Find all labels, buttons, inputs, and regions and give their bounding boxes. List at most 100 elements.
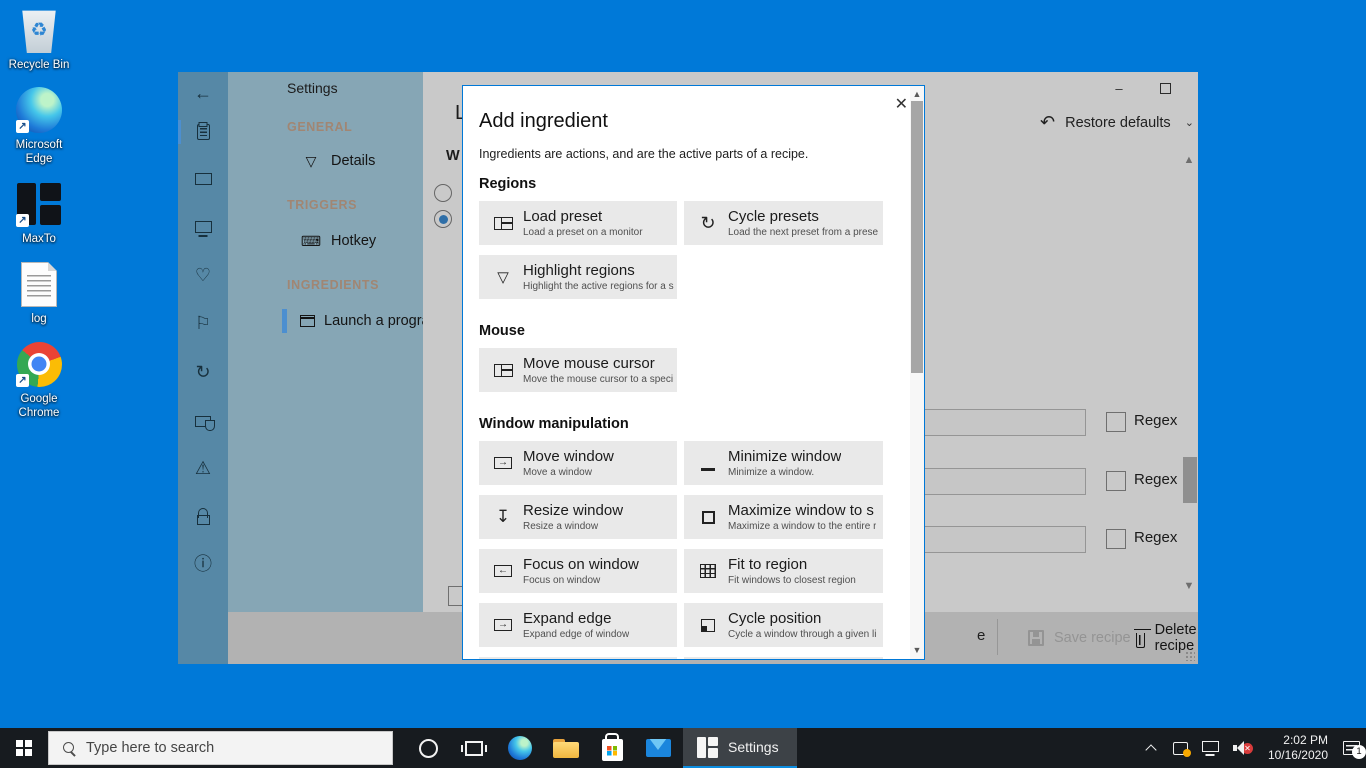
regex-label: Regex [1134, 412, 1177, 429]
radio-button-selected[interactable] [434, 210, 452, 228]
start-button[interactable] [0, 728, 48, 768]
ingredient-tile-partial[interactable] [479, 657, 677, 659]
add-ingredient-dialog: ✕ Add ingredient Ingredients are actions… [462, 85, 925, 660]
shortcut-arrow-icon: ↗ [16, 214, 29, 227]
ingredient-tile-expand-edge[interactable]: Expand edgeExpand edge of window [479, 603, 677, 647]
desktop-icon-log[interactable]: log [0, 260, 78, 326]
rail-item-back-arrow-icon[interactable]: ← [178, 76, 228, 110]
rail-item-info-icon[interactable]: ⓘ [178, 547, 228, 581]
cortana-button[interactable] [405, 728, 451, 768]
maximize-icon [702, 511, 715, 524]
taskbar-clock[interactable]: 2:02 PM 10/16/2020 [1268, 733, 1328, 763]
search-icon [63, 742, 76, 755]
cortana-icon [419, 739, 438, 758]
dialog-close-button[interactable]: ✕ [895, 94, 908, 114]
ingredient-tile-focus-on-window[interactable]: Focus on windowFocus on window [479, 549, 677, 593]
tile-title: Minimize window [728, 447, 841, 466]
ingredient-tile-load-preset[interactable]: Load presetLoad a preset on a monitor [479, 201, 677, 245]
taskbar-app-label: Settings [728, 739, 779, 755]
desktop-icon-google-chrome[interactable]: ↗Google Chrome [0, 340, 78, 420]
tile-description: Highlight the active regions for a s [523, 280, 674, 293]
app-window-icon [300, 315, 315, 327]
hidden-label-fragment: W [446, 148, 460, 164]
desktop-icon-recycle-bin[interactable]: ♻Recycle Bin [0, 6, 78, 72]
ingredient-tile-highlight-regions[interactable]: Highlight regionsHighlight the active re… [479, 255, 677, 299]
task-view-button[interactable] [451, 728, 497, 768]
recycle-bin-icon: ♻ [20, 7, 58, 53]
restore-defaults-button[interactable]: ↶ Restore defaults ⌄ [1040, 112, 1194, 133]
scrollbar-thumb[interactable] [1183, 457, 1197, 503]
scroll-down-icon[interactable]: ▼ [1183, 580, 1195, 592]
save-recipe-button[interactable]: Save recipe [1028, 612, 1131, 664]
dialog-scrollbar-thumb[interactable] [911, 101, 923, 373]
volume-muted-icon[interactable]: ✕ [1233, 741, 1253, 755]
rail-item-warning-icon[interactable]: ⚠ [178, 451, 228, 485]
scroll-down-icon[interactable]: ▼ [910, 645, 924, 655]
rail-item-window-shield-icon[interactable] [178, 404, 228, 438]
desktop-icon-maxto[interactable]: ↗MaxTo [0, 180, 78, 246]
dialog-title: Add ingredient [479, 108, 884, 134]
rail-item-heart-icon[interactable]: ♡ [178, 258, 228, 292]
desktop-icon-label: log [31, 312, 46, 326]
save-icon [1028, 630, 1044, 646]
update-tray-icon[interactable] [1173, 742, 1188, 755]
scroll-up-icon[interactable]: ▲ [910, 89, 924, 99]
rail-item-window-back-icon[interactable] [178, 162, 228, 196]
ingredient-tile-cycle-position[interactable]: Cycle positionCycle a window through a g… [684, 603, 883, 647]
close-button[interactable]: ✕ [1188, 74, 1198, 102]
ingredient-tile-cycle-presets[interactable]: Cycle presetsLoad the next preset from a… [684, 201, 883, 245]
tile-description: Focus on window [523, 574, 639, 587]
edge-icon [508, 736, 532, 760]
expand-icon [494, 619, 512, 631]
ingredient-tile-partial[interactable] [684, 657, 883, 659]
clipboard-icon [197, 124, 210, 140]
regex-checkbox[interactable] [1106, 529, 1126, 549]
sidebar-item-details[interactable]: ▽Details [278, 148, 423, 174]
highlight-icon [497, 268, 509, 287]
rail-item-flag-icon[interactable]: ⚐ [178, 306, 228, 340]
ingredient-tile-resize-window[interactable]: Resize windowResize a window [479, 495, 677, 539]
ingredient-tile-move-mouse-cursor[interactable]: Move mouse cursorMove the mouse cursor t… [479, 348, 677, 392]
tile-description: Move the mouse cursor to a speci [523, 373, 673, 386]
dialog-scrollbar[interactable]: ▲ ▼ [910, 86, 924, 659]
undo-icon: ↶ [1040, 112, 1055, 133]
settings-taskbar-button[interactable]: Settings [683, 728, 797, 768]
info-icon: ⓘ [194, 555, 212, 573]
fit-icon [700, 564, 716, 578]
rail-item-clipboard-icon[interactable] [178, 115, 228, 149]
tile-title: Maximize window to s [728, 501, 876, 520]
ingredient-tile-fit-to-region[interactable]: Fit to regionFit windows to closest regi… [684, 549, 883, 593]
ingredient-tile-minimize-window[interactable]: Minimize windowMinimize a window. [684, 441, 883, 485]
maximize-button[interactable] [1142, 74, 1188, 102]
sidebar-item-launch-a-program[interactable]: Launch a program [278, 308, 423, 334]
minimize-button[interactable]: – [1096, 74, 1142, 102]
taskbar-search[interactable]: Type here to search [48, 731, 393, 765]
ingredient-tile-move-window[interactable]: Move windowMove a window [479, 441, 677, 485]
file-explorer-button[interactable] [543, 728, 589, 768]
mail-button[interactable] [635, 728, 681, 768]
regex-checkbox[interactable] [1106, 412, 1126, 432]
radio-button[interactable] [434, 184, 452, 202]
scroll-up-icon[interactable]: ▲ [1183, 154, 1195, 166]
action-center-icon[interactable]: 1 [1343, 741, 1360, 755]
desktop-icon-microsoft-edge[interactable]: ↗Microsoft Edge [0, 86, 78, 166]
dialog-section-header: Window manipulation [479, 415, 884, 434]
tile-description: Minimize a window. [728, 466, 841, 479]
rail-item-monitor-icon[interactable] [178, 212, 228, 246]
network-icon[interactable] [1202, 741, 1219, 752]
ingredient-tile-maximize-window-to-s[interactable]: Maximize window to sMaximize a window to… [684, 495, 883, 539]
active-indicator [178, 120, 181, 144]
rail-item-refresh-icon[interactable]: ↻ [178, 355, 228, 389]
sidebar-item-hotkey[interactable]: ⌨Hotkey [278, 228, 423, 254]
divider [997, 619, 998, 655]
edge-taskbar-button[interactable] [497, 728, 543, 768]
tile-title: Move mouse cursor [523, 354, 673, 373]
maximize-icon [1160, 83, 1171, 94]
tray-expand-icon[interactable] [1146, 743, 1156, 753]
sidebar-section-header: GENERAL [287, 120, 352, 134]
resize-grip[interactable] [1185, 651, 1195, 661]
store-button[interactable] [589, 728, 635, 768]
tile-description: Cycle a window through a given li [728, 628, 876, 641]
regex-checkbox[interactable] [1106, 471, 1126, 491]
rail-item-lock-icon[interactable] [178, 499, 228, 533]
